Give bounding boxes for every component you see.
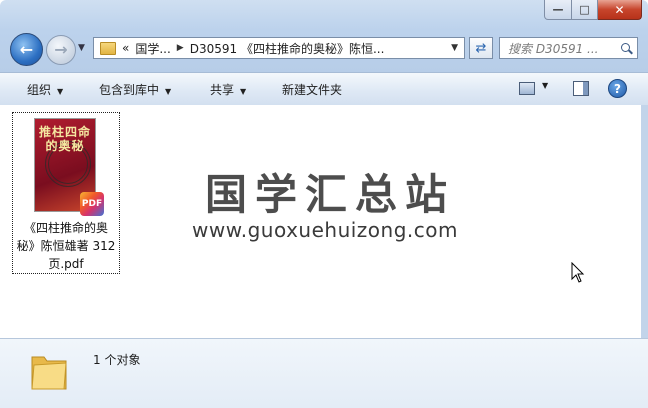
- maximize-icon: □: [579, 3, 590, 16]
- back-arrow-icon: ←: [19, 39, 34, 59]
- refresh-icon: ⇄: [475, 40, 487, 56]
- breadcrumb-separator-icon[interactable]: ▶: [177, 43, 184, 53]
- back-button[interactable]: ←: [10, 33, 43, 66]
- maximize-button[interactable]: □: [572, 0, 598, 20]
- cover-title: 推柱四命的奥秘: [38, 125, 91, 153]
- chevron-down-icon: ▼: [240, 87, 247, 96]
- chevron-down-icon[interactable]: ▼: [542, 81, 548, 90]
- folder-icon: [100, 41, 116, 55]
- search-box[interactable]: 搜索 D30591 ...: [499, 37, 638, 59]
- breadcrumb-item[interactable]: 国学...: [135, 40, 170, 57]
- minimize-button[interactable]: —: [544, 0, 572, 20]
- close-button[interactable]: ✕: [598, 0, 642, 20]
- close-icon: ✕: [614, 2, 625, 17]
- details-pane: 1 个对象: [0, 338, 648, 408]
- folder-icon: [31, 356, 67, 390]
- command-bar: 组织 ▼ 包含到库中 ▼ 共享 ▼ 新建文件夹 ▼ ?: [0, 72, 648, 106]
- help-icon[interactable]: ?: [608, 79, 627, 98]
- refresh-button[interactable]: ⇄: [469, 37, 493, 59]
- chevron-down-icon: ▼: [57, 87, 64, 96]
- file-name[interactable]: 《四柱推命的奥 秘》陈恒雄著 312 页.pdf: [13, 219, 119, 273]
- share-menu[interactable]: 共享 ▼: [210, 81, 246, 98]
- share-label: 共享: [210, 83, 235, 97]
- address-dropdown-icon[interactable]: ▼: [451, 43, 458, 53]
- pdf-badge-label: PDF: [81, 199, 103, 209]
- content-border: [641, 105, 648, 338]
- forward-button[interactable]: →: [46, 35, 76, 65]
- file-name-line: 《四柱推命的奥: [23, 221, 108, 235]
- new-folder-label: 新建文件夹: [282, 83, 343, 97]
- forward-arrow-icon: →: [54, 40, 68, 59]
- file-list-area[interactable]: 推柱四命的奥秘 PDF 《四柱推命的奥 秘》陈恒雄著 312 页.pdf 国学汇…: [0, 105, 641, 338]
- pdf-icon: PDF: [80, 192, 104, 216]
- caption-buttons: — □ ✕: [544, 0, 642, 20]
- file-item[interactable]: 推柱四命的奥秘 PDF 《四柱推命的奥 秘》陈恒雄著 312 页.pdf: [12, 112, 120, 274]
- preview-pane-icon[interactable]: [573, 81, 589, 96]
- organize-label: 组织: [27, 83, 52, 97]
- organize-menu[interactable]: 组织 ▼: [27, 81, 63, 98]
- search-icon[interactable]: [621, 42, 632, 54]
- file-name-line: 秘》陈恒雄著 312: [16, 239, 116, 253]
- search-input[interactable]: 搜索 D30591 ...: [508, 40, 616, 57]
- minimize-icon: —: [552, 3, 564, 16]
- recent-pages-dropdown[interactable]: ▼: [78, 43, 85, 53]
- navigation-bar: ← → ▼ « 国学... ▶ D30591 《四柱推命的奥秘》陈恒... ▼ …: [0, 33, 648, 67]
- mouse-cursor-icon: [571, 262, 585, 283]
- status-text: 1 个对象: [93, 353, 141, 367]
- include-in-library-label: 包含到库中: [99, 83, 160, 97]
- watermark-url: www.guoxuehuizong.com: [192, 218, 458, 242]
- change-view-icon[interactable]: [519, 82, 535, 95]
- include-in-library-menu[interactable]: 包含到库中 ▼: [99, 81, 171, 98]
- chevron-down-icon: ▼: [165, 87, 172, 96]
- breadcrumb-overflow[interactable]: «: [122, 41, 129, 55]
- watermark-title: 国学汇总站: [205, 170, 456, 219]
- address-bar[interactable]: « 国学... ▶ D30591 《四柱推命的奥秘》陈恒... ▼: [93, 37, 465, 59]
- new-folder-button[interactable]: 新建文件夹: [282, 81, 342, 98]
- breadcrumb-item[interactable]: D30591 《四柱推命的奥秘》陈恒...: [190, 40, 385, 57]
- explorer-window: — □ ✕ ← → ▼ « 国学... ▶ D30591 《四柱推命的奥秘》陈恒…: [0, 0, 648, 408]
- file-name-line: 页.pdf: [48, 257, 84, 271]
